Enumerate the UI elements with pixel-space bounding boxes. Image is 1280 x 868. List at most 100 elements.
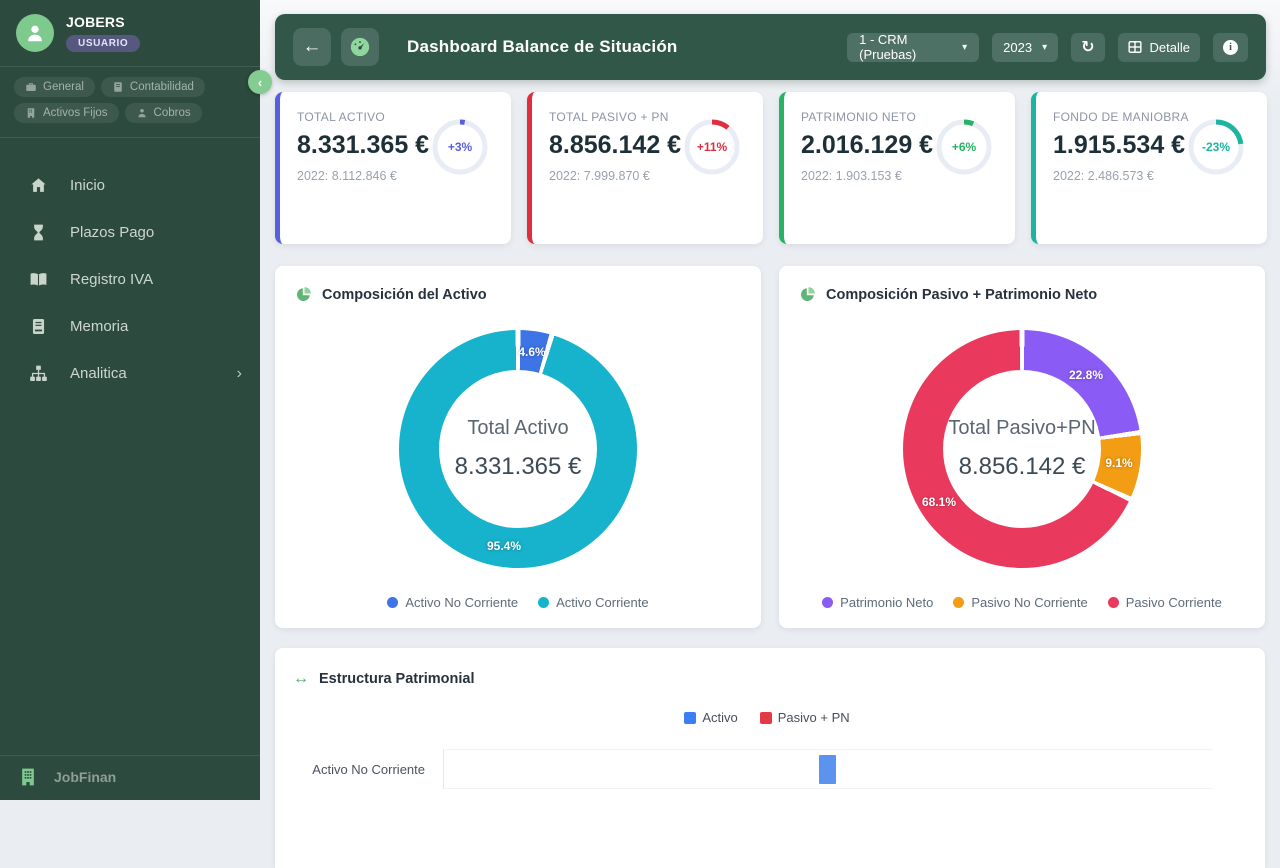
pie-icon bbox=[297, 287, 311, 301]
sidebar-item-label: Plazos Pago bbox=[70, 224, 155, 241]
legend-item-activo-corriente[interactable]: Activo Corriente bbox=[538, 595, 649, 610]
donut-center-label: Total Activo bbox=[467, 417, 569, 439]
sidebar-item-label: Registro IVA bbox=[70, 271, 154, 288]
donut-slice-label: 4.6% bbox=[518, 345, 546, 359]
legend-label: Pasivo Corriente bbox=[1125, 595, 1222, 610]
module-badge-cobros[interactable]: Cobros bbox=[124, 103, 202, 123]
chevron-right-icon: › bbox=[236, 364, 242, 382]
header-actions: 1 - CRM (Pruebas) ▾ 2023 ▾ ↻ Detalle i bbox=[847, 32, 1248, 62]
refresh-icon: ↻ bbox=[1081, 39, 1095, 56]
back-button[interactable]: ← bbox=[293, 28, 331, 66]
sidebar-item-label: Analitica bbox=[70, 365, 127, 382]
building-icon bbox=[22, 768, 34, 786]
info-button[interactable]: i bbox=[1213, 32, 1248, 62]
person-icon bbox=[137, 108, 146, 118]
dashboard-icon-button[interactable] bbox=[341, 28, 379, 66]
back-arrow-icon: ← bbox=[302, 36, 322, 57]
legend-swatch bbox=[684, 711, 697, 724]
legend-label: Activo Corriente bbox=[556, 595, 649, 610]
legend-item-pasivo-corriente[interactable]: Pasivo Corriente bbox=[1107, 595, 1222, 610]
donut-center-label: Total Pasivo+PN bbox=[948, 417, 1096, 439]
home-icon bbox=[30, 178, 46, 192]
gauge-icon bbox=[350, 37, 370, 57]
legend-dot bbox=[1107, 597, 1119, 608]
module-badge-general[interactable]: General bbox=[14, 77, 95, 97]
module-badges: General Contabilidad Activos Fijos Cobro… bbox=[0, 67, 260, 135]
refresh-button[interactable]: ↻ bbox=[1071, 32, 1105, 62]
donut-chart: 22.8% 9.1% 68.1% Total Pasivo+PN 8.856.142… bbox=[903, 330, 1141, 568]
chevron-down-icon: ▾ bbox=[962, 41, 968, 53]
kpi-card-fondo-de-maniobra: FONDO DE MANIOBRA 1.915.534 € 2022: 2.48… bbox=[1031, 92, 1267, 244]
donut-slice-label: 9.1% bbox=[1105, 456, 1133, 470]
legend-swatch bbox=[759, 711, 772, 724]
legend-dot bbox=[822, 597, 834, 608]
legend-item-patrimonio-neto[interactable]: Patrimonio Neto bbox=[822, 595, 933, 610]
donut-legend: Activo No Corriente Activo Corriente bbox=[275, 595, 761, 610]
person-icon bbox=[28, 25, 42, 42]
bar-row-activo-no-corriente: Activo No Corriente bbox=[293, 749, 1241, 789]
kpi-title: TOTAL PASIVO + PN bbox=[549, 110, 669, 124]
donut-chart-title: Composición del Activo bbox=[322, 286, 487, 303]
legend-label: Pasivo + PN bbox=[777, 710, 850, 725]
donut-chart-title: Composición Pasivo + Patrimonio Neto bbox=[826, 286, 1098, 303]
donut-card-pasivo: Composición Pasivo + Patrimonio Neto 22.… bbox=[779, 266, 1265, 628]
module-badge-activos-fijos[interactable]: Activos Fijos bbox=[14, 103, 119, 123]
module-badge-contabilidad[interactable]: Contabilidad bbox=[100, 77, 205, 97]
module-badge-label: Cobros bbox=[153, 107, 191, 119]
structure-chart-legend: Activo Pasivo + PN bbox=[293, 710, 1241, 725]
module-badge-label: General bbox=[43, 81, 84, 93]
arrows-horizontal-icon: ↔ bbox=[293, 670, 309, 687]
ledger-icon bbox=[114, 82, 122, 92]
legend-label: Pasivo No Corriente bbox=[971, 595, 1088, 610]
legend-item-pasivo-no-corriente[interactable]: Pasivo No Corriente bbox=[953, 595, 1088, 610]
open-book-icon bbox=[30, 273, 46, 286]
detalle-label: Detalle bbox=[1149, 39, 1190, 55]
hourglass-icon bbox=[33, 224, 43, 241]
donut-slice-label: 95.4% bbox=[486, 539, 522, 553]
table-icon bbox=[1127, 41, 1142, 53]
legend-item-pasivo-pn[interactable]: Pasivo + PN bbox=[759, 710, 850, 725]
legend-label: Activo No Corriente bbox=[405, 595, 519, 610]
kpi-row: TOTAL ACTIVO 8.331.365 € 2022: 8.112.846… bbox=[275, 92, 1267, 244]
sidebar-divider bbox=[0, 137, 260, 138]
kpi-delta-badge: +11% bbox=[696, 140, 728, 154]
sidebar-item-memoria[interactable]: Memoria bbox=[0, 303, 260, 350]
year-select[interactable]: 2023 ▾ bbox=[992, 32, 1059, 62]
legend-item-activo-no-corriente[interactable]: Activo No Corriente bbox=[387, 595, 518, 610]
detalle-button[interactable]: Detalle bbox=[1117, 32, 1200, 62]
user-role-badge: USUARIO bbox=[66, 35, 141, 52]
kpi-title: FONDO DE MANIOBRA bbox=[1053, 110, 1189, 124]
sidebar-item-label: Memoria bbox=[70, 318, 129, 335]
user-name: JOBERS bbox=[66, 14, 125, 30]
company-select[interactable]: 1 - CRM (Pruebas) ▾ bbox=[847, 32, 980, 62]
building-icon bbox=[27, 108, 35, 118]
structure-card: ↔ Estructura Patrimonial Activo Pasivo +… bbox=[275, 648, 1265, 868]
legend-dot bbox=[538, 597, 550, 608]
notebook-icon bbox=[32, 318, 44, 335]
donut-center-value: 8.331.365 € bbox=[454, 453, 582, 480]
kpi-delta-badge: +3% bbox=[447, 140, 473, 154]
module-badge-label: Contabilidad bbox=[129, 81, 194, 93]
sidebar: JOBERS USUARIO General Contabilidad Acti… bbox=[0, 0, 260, 800]
kpi-card-total-pasivo-pn: TOTAL PASIVO + PN 8.856.142 € 2022: 7.99… bbox=[527, 92, 763, 244]
sidebar-item-plazos-pago[interactable]: Plazos Pago bbox=[0, 209, 260, 256]
sidebar-item-registro-iva[interactable]: Registro IVA bbox=[0, 256, 260, 303]
module-badge-label: Activos Fijos bbox=[43, 107, 108, 119]
legend-item-activo[interactable]: Activo bbox=[684, 710, 738, 725]
page-title: Dashboard Balance de Situación bbox=[407, 37, 678, 56]
chevron-left-icon: ‹ bbox=[257, 74, 263, 90]
donut-card-activo: Composición del Activo 4.6% 95.4% Total A… bbox=[275, 266, 761, 628]
sidebar-item-analitica[interactable]: Analitica › bbox=[0, 350, 260, 397]
legend-dot bbox=[953, 597, 965, 608]
kpi-delta-badge: +6% bbox=[951, 140, 977, 154]
sidebar-collapse-button[interactable]: ‹ bbox=[248, 70, 272, 94]
structure-bar-chart: Activo No Corriente bbox=[293, 749, 1241, 789]
bar-plot-area bbox=[443, 749, 1213, 789]
bar-activo bbox=[819, 755, 837, 784]
brand-name: JobFinan bbox=[54, 769, 117, 785]
pie-icon bbox=[801, 287, 815, 301]
sidebar-item-inicio[interactable]: Inicio bbox=[0, 162, 260, 209]
sidebar-item-label: Inicio bbox=[70, 177, 106, 194]
legend-label: Patrimonio Neto bbox=[840, 595, 934, 610]
user-avatar[interactable] bbox=[16, 14, 54, 52]
